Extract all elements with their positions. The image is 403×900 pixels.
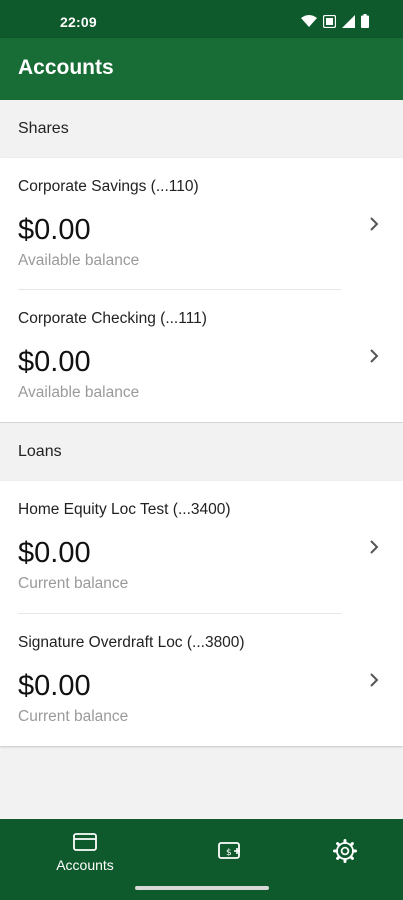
nav-settings[interactable] — [318, 819, 374, 881]
svg-text:$: $ — [226, 848, 232, 858]
account-name: Signature Overdraft Loc (...3800) — [18, 634, 245, 651]
section-header-loans: Loans — [0, 423, 403, 481]
account-balance: $0.00 — [18, 670, 91, 702]
account-row[interactable]: Corporate Savings (...110) $0.00 Availab… — [0, 158, 403, 290]
balance-label: Available balance — [18, 252, 140, 269]
account-name: Home Equity Loc Test (...3400) — [18, 501, 231, 518]
gear-icon — [333, 839, 357, 863]
home-indicator[interactable] — [135, 886, 269, 890]
account-row[interactable]: Corporate Checking (...111) $0.00 Availa… — [0, 290, 403, 422]
nav-accounts[interactable]: Accounts — [35, 819, 135, 881]
account-balance: $0.00 — [18, 346, 91, 378]
account-balance: $0.00 — [18, 537, 91, 569]
section-title: Loans — [18, 443, 62, 460]
balance-label: Available balance — [18, 384, 140, 401]
status-icons — [301, 14, 369, 28]
balance-label: Current balance — [18, 575, 129, 592]
wifi-icon — [301, 15, 317, 27]
account-name: Corporate Checking (...111) — [18, 310, 207, 327]
signal-icon — [342, 14, 355, 28]
deposit-check-icon: $ — [218, 842, 240, 859]
account-row[interactable]: Signature Overdraft Loc (...3800) $0.00 … — [0, 614, 403, 746]
account-row[interactable]: Home Equity Loc Test (...3400) $0.00 Cur… — [0, 481, 403, 613]
section-title: Shares — [18, 120, 69, 137]
section-header-shares: Shares — [0, 100, 403, 158]
account-name: Corporate Savings (...110) — [18, 178, 199, 195]
nav-deposit[interactable]: $ — [200, 819, 260, 881]
page-title: Accounts — [18, 56, 114, 79]
shares-card: Corporate Savings (...110) $0.00 Availab… — [0, 158, 403, 422]
status-bar: 22:09 — [0, 0, 403, 38]
nav-label: Accounts — [56, 857, 114, 873]
app-bar: Accounts — [0, 38, 403, 100]
account-balance: $0.00 — [18, 214, 91, 246]
loans-card: Home Equity Loc Test (...3400) $0.00 Cur… — [0, 481, 403, 746]
chevron-right-icon — [370, 540, 379, 554]
chevron-right-icon — [370, 673, 379, 687]
chevron-right-icon — [370, 217, 379, 231]
balance-label: Current balance — [18, 708, 129, 725]
status-time: 22:09 — [60, 14, 97, 30]
sim-card-icon — [323, 14, 336, 28]
battery-icon — [361, 14, 369, 28]
chevron-right-icon — [370, 349, 379, 363]
wallet-icon — [73, 833, 97, 851]
